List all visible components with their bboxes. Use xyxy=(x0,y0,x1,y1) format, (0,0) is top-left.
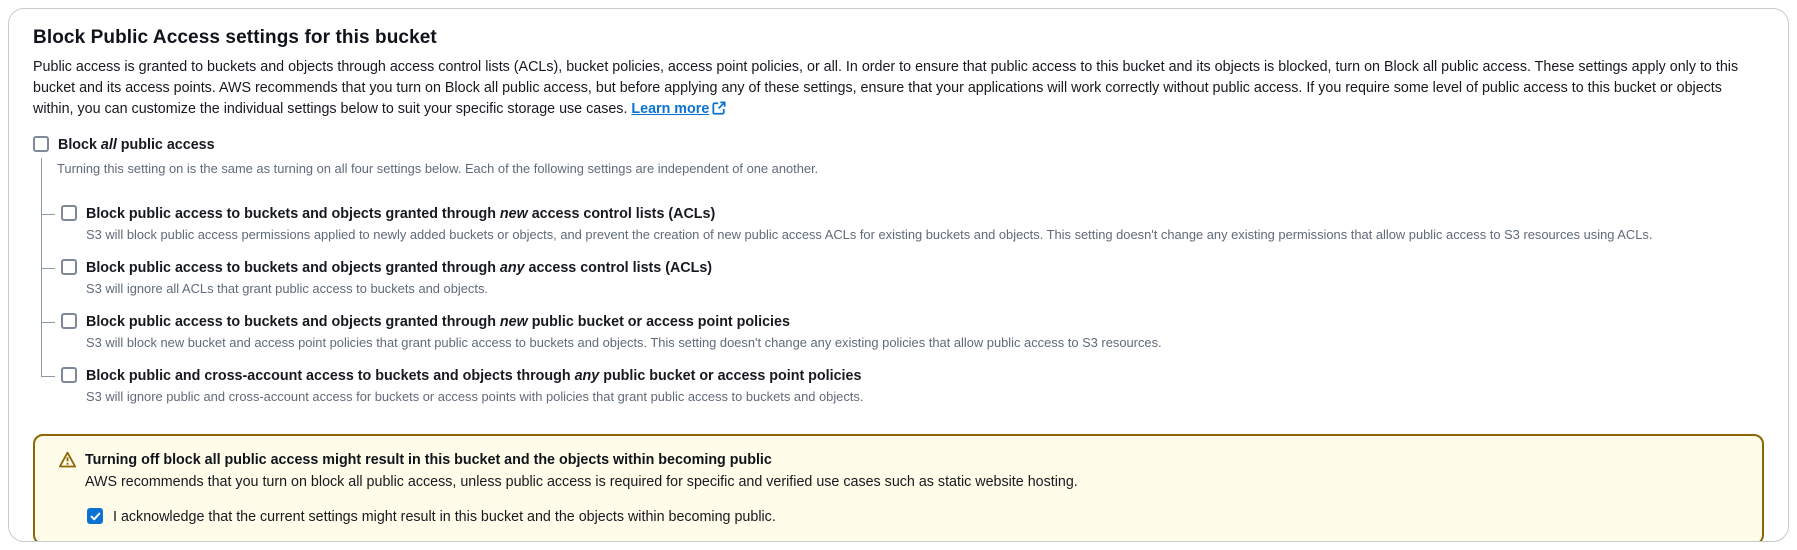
block-all-checkbox[interactable] xyxy=(33,136,49,152)
setting-row-any-policies: Block public and cross-account access to… xyxy=(41,366,1764,420)
setting-row-new-policies: Block public access to buckets and objec… xyxy=(41,312,1764,366)
label-text: public access xyxy=(117,137,215,153)
acknowledge-checkbox[interactable] xyxy=(87,508,103,524)
panel-description-text: Public access is granted to buckets and … xyxy=(33,59,1738,117)
label-text: Block public access to buckets and objec… xyxy=(86,206,500,222)
setting-head: Block public access to buckets and objec… xyxy=(61,312,1764,332)
block-new-policies-description: S3 will block new bucket and access poin… xyxy=(86,334,1764,352)
block-public-access-panel: Block Public Access settings for this bu… xyxy=(8,8,1789,542)
block-new-acls-description: S3 will block public access permissions … xyxy=(86,226,1764,244)
block-any-acls-label[interactable]: Block public access to buckets and objec… xyxy=(86,258,712,278)
setting-row-any-acls: Block public access to buckets and objec… xyxy=(41,258,1764,312)
setting-head: Block public and cross-account access to… xyxy=(61,366,1764,386)
setting-head: Block public access to buckets and objec… xyxy=(61,204,1764,224)
warning-triangle-icon xyxy=(59,451,76,468)
block-all-description: Turning this setting on is the same as t… xyxy=(41,158,1764,204)
warning-description: AWS recommends that you turn on block al… xyxy=(85,471,1744,493)
label-italic-text: new xyxy=(500,314,528,330)
acknowledge-row: I acknowledge that the current settings … xyxy=(87,507,1744,527)
block-new-acls-label[interactable]: Block public access to buckets and objec… xyxy=(86,204,715,224)
external-link-icon xyxy=(712,101,726,115)
block-any-acls-checkbox[interactable] xyxy=(61,259,77,275)
label-italic-text: any xyxy=(575,368,600,384)
label-text: public bucket or access point policies xyxy=(528,314,790,330)
block-new-policies-label[interactable]: Block public access to buckets and objec… xyxy=(86,312,790,332)
learn-more-label: Learn more xyxy=(631,101,709,117)
sub-settings-tree: Turning this setting on is the same as t… xyxy=(41,158,1764,420)
block-new-policies-checkbox[interactable] xyxy=(61,313,77,329)
acknowledge-label[interactable]: I acknowledge that the current settings … xyxy=(113,507,776,527)
label-text: access control lists (ACLs) xyxy=(525,260,713,276)
label-text: access control lists (ACLs) xyxy=(528,206,716,222)
label-italic-text: new xyxy=(500,206,528,222)
warning-header: Turning off block all public access migh… xyxy=(59,449,1744,471)
label-italic-text: all xyxy=(101,137,117,153)
block-any-policies-description: S3 will ignore public and cross-account … xyxy=(86,388,1764,406)
public-access-warning-alert: Turning off block all public access migh… xyxy=(33,434,1764,542)
label-text: Block public access to buckets and objec… xyxy=(86,314,500,330)
block-any-policies-checkbox[interactable] xyxy=(61,367,77,383)
setting-row-new-acls: Block public access to buckets and objec… xyxy=(41,204,1764,258)
setting-head: Block public access to buckets and objec… xyxy=(61,258,1764,278)
label-text: Block public access to buckets and objec… xyxy=(86,260,500,276)
label-text: Block public and cross-account access to… xyxy=(86,368,575,384)
learn-more-link[interactable]: Learn more xyxy=(631,101,726,117)
block-all-label[interactable]: Block all public access xyxy=(58,135,215,155)
page-title: Block Public Access settings for this bu… xyxy=(33,27,1764,49)
block-any-acls-description: S3 will ignore all ACLs that grant publi… xyxy=(86,280,1764,298)
warning-title: Turning off block all public access migh… xyxy=(85,449,772,471)
label-italic-text: any xyxy=(500,260,525,276)
block-all-setting-row: Block all public access xyxy=(33,135,1764,155)
check-icon xyxy=(90,511,101,522)
block-new-acls-checkbox[interactable] xyxy=(61,205,77,221)
label-text: Block xyxy=(58,137,101,153)
panel-description: Public access is granted to buckets and … xyxy=(33,57,1764,120)
block-any-policies-label[interactable]: Block public and cross-account access to… xyxy=(86,366,861,386)
label-text: public bucket or access point policies xyxy=(599,368,861,384)
